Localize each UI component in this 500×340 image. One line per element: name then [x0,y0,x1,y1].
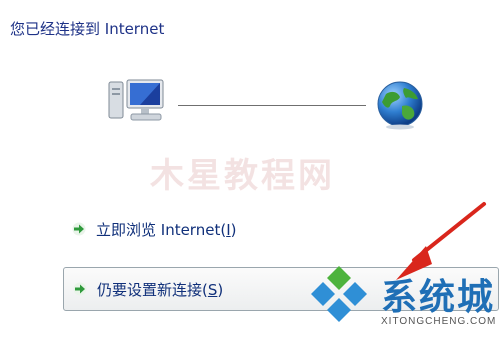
site-logo: 系统城 XITONGCHENG.COM [305,262,500,340]
logo-url: XITONGCHENG.COM [381,316,497,327]
green-arrow-icon [73,282,87,296]
green-arrow-icon [72,222,86,236]
diamond-logo-icon [311,266,367,322]
browse-internet-link[interactable]: 立即浏览 Internet(I) [72,218,236,240]
connection-line [178,105,366,106]
network-diagram [0,0,500,150]
logo-text: 系统城 [381,277,496,318]
internet-globe-icon [377,81,423,130]
watermark-text: 木星教程网 [150,156,335,196]
computer-icon [108,79,164,121]
browse-internet-label: 立即浏览 Internet(I) [96,220,237,239]
set-up-new-connection-label: 仍要设置新连接(S) [97,280,224,299]
